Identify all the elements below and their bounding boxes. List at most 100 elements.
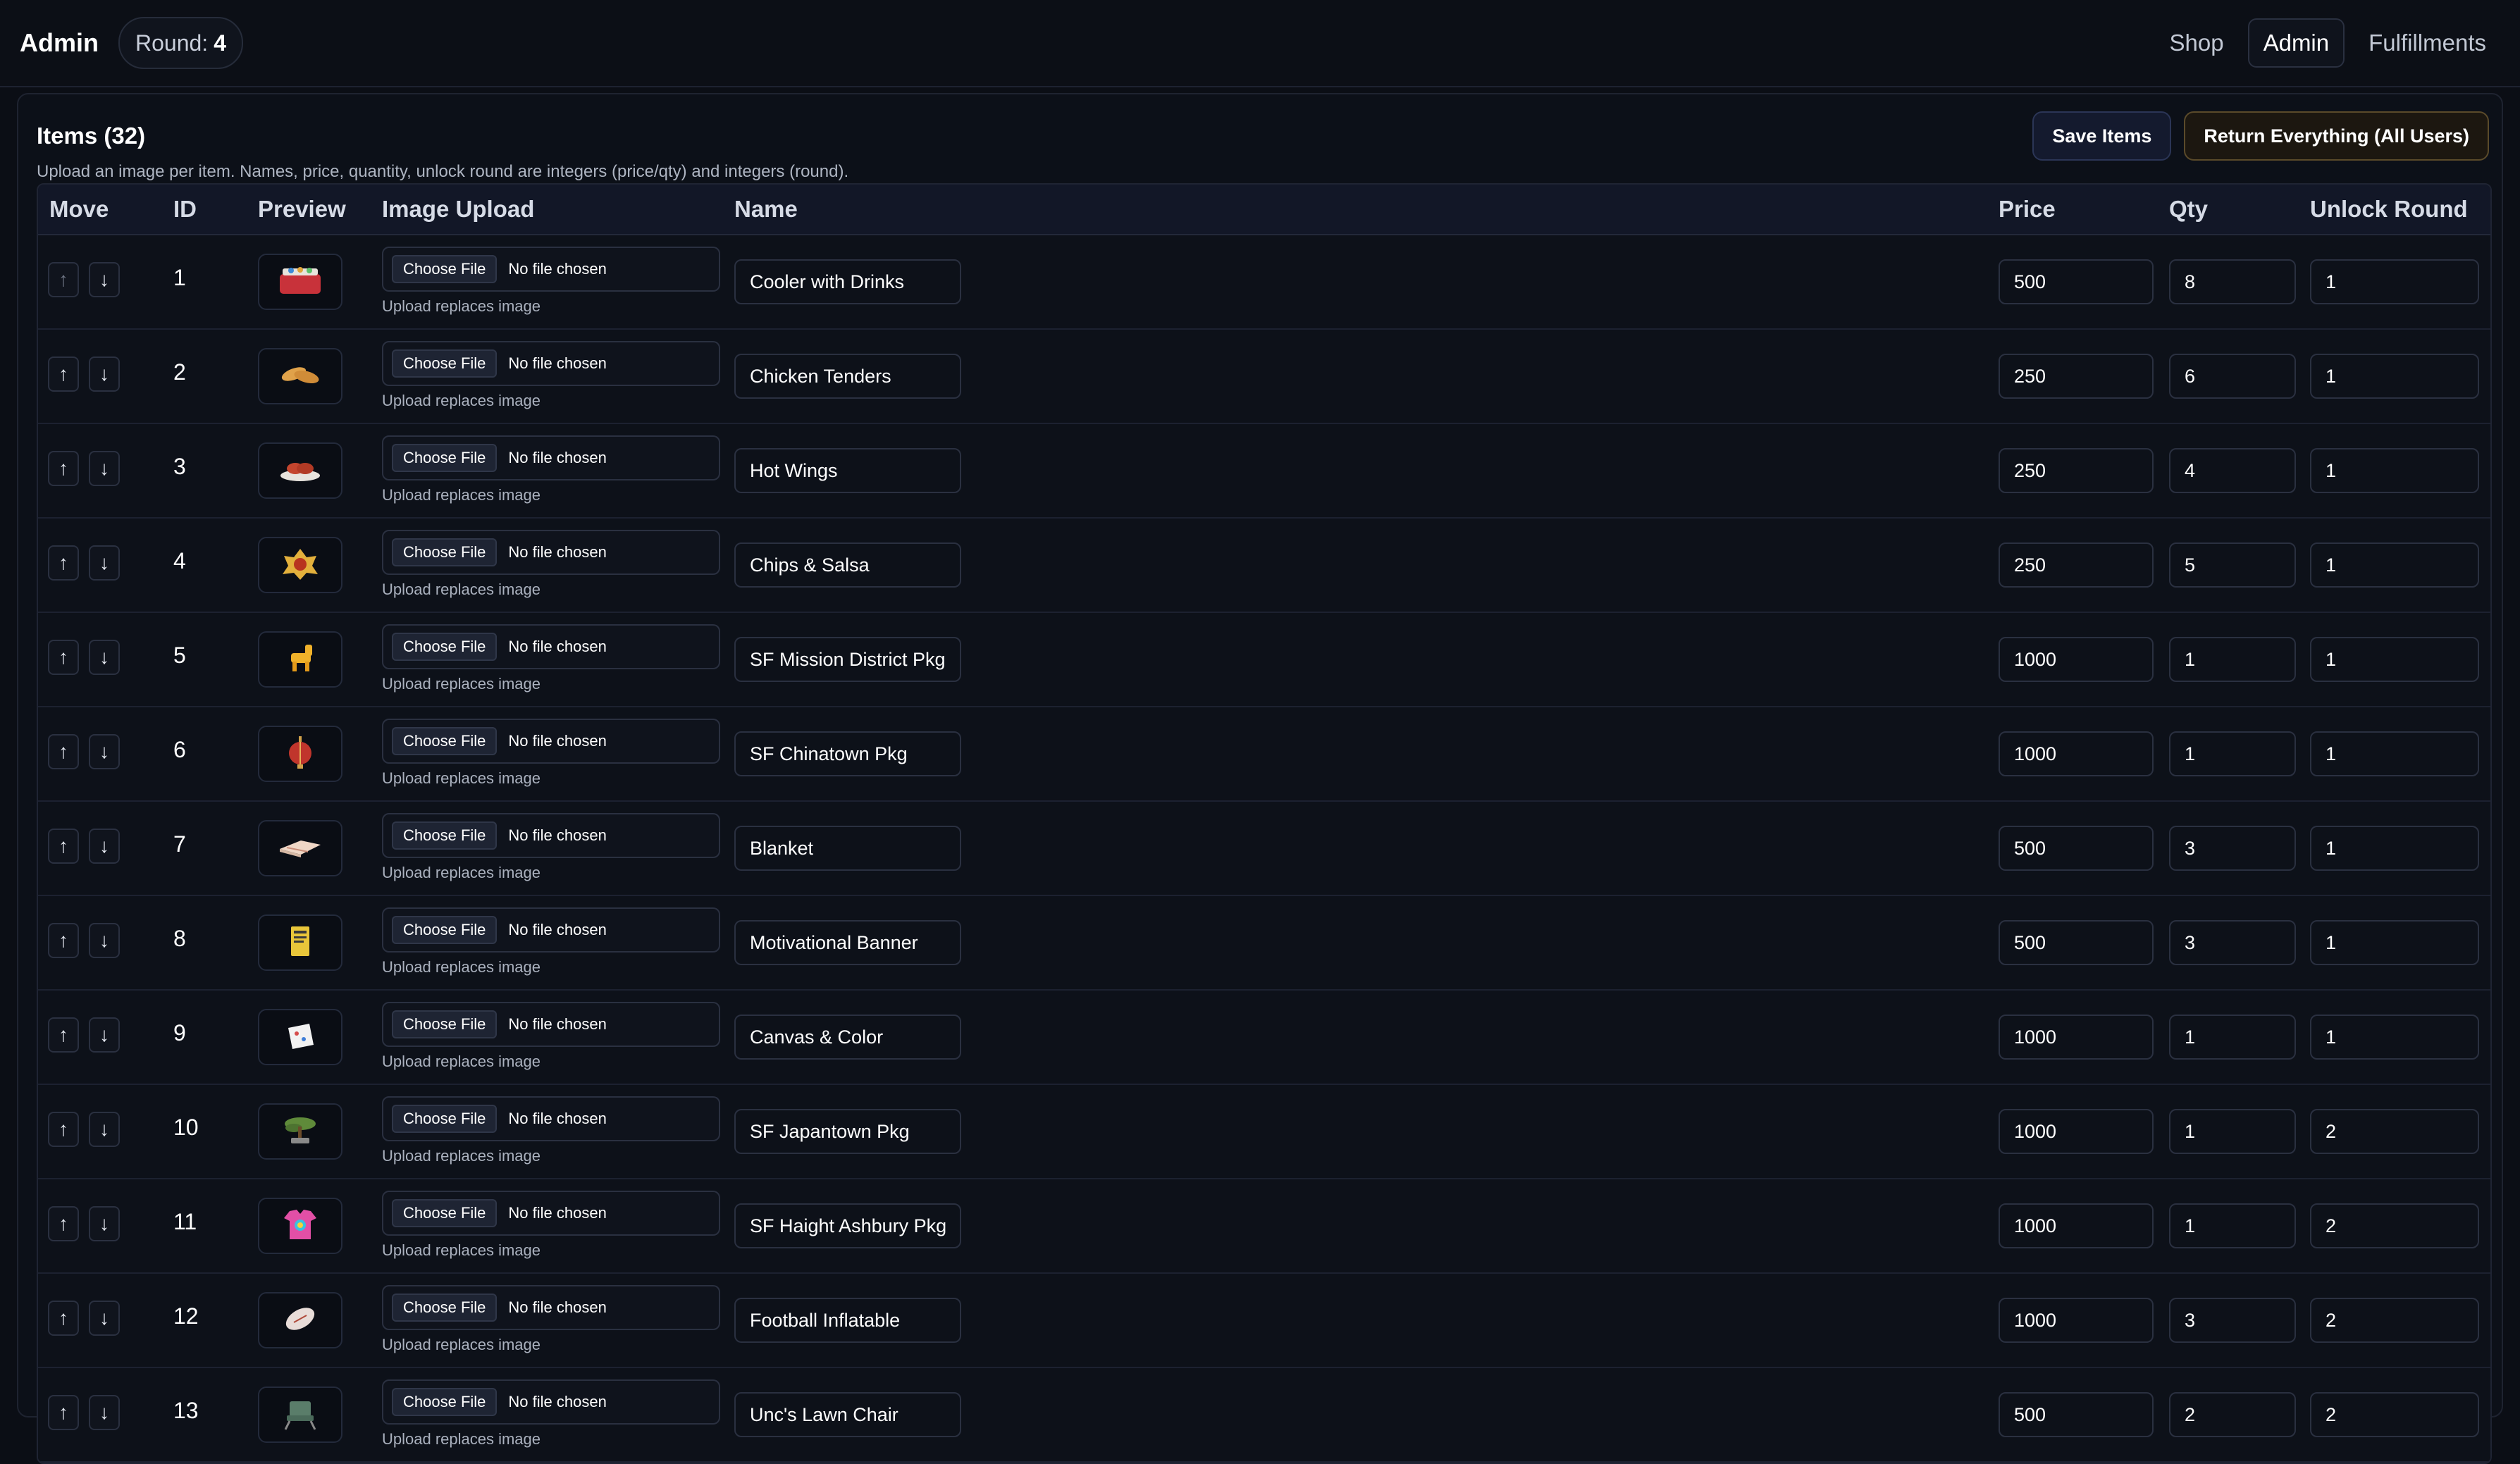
image-upload-field[interactable]: Choose File No file chosen — [382, 1191, 720, 1236]
choose-file-button[interactable]: Choose File — [392, 349, 498, 378]
move-down-button[interactable]: ↓ — [89, 451, 120, 486]
move-down-button[interactable]: ↓ — [89, 262, 120, 297]
name-input[interactable]: SF Japantown Pkg — [734, 1109, 961, 1154]
image-upload-field[interactable]: Choose File No file chosen — [382, 341, 720, 386]
save-items-button[interactable]: Save Items — [2032, 111, 2172, 161]
price-input[interactable]: 1000 — [1999, 637, 2154, 682]
name-input[interactable]: SF Chinatown Pkg — [734, 731, 961, 776]
return-everything-button[interactable]: Return Everything (All Users) — [2184, 111, 2489, 161]
move-down-button[interactable]: ↓ — [89, 545, 120, 581]
price-input[interactable]: 1000 — [1999, 1203, 2154, 1248]
name-input[interactable]: Chicken Tenders — [734, 354, 961, 399]
unlock-round-input[interactable]: 1 — [2310, 542, 2479, 588]
name-input[interactable]: Football Inflatable — [734, 1298, 961, 1343]
choose-file-button[interactable]: Choose File — [392, 633, 498, 661]
qty-input[interactable]: 3 — [2169, 920, 2296, 965]
move-up-button[interactable]: ↑ — [48, 356, 79, 392]
price-input[interactable]: 1000 — [1999, 1298, 2154, 1343]
image-upload-field[interactable]: Choose File No file chosen — [382, 1096, 720, 1141]
move-up-button[interactable]: ↑ — [48, 451, 79, 486]
qty-input[interactable]: 3 — [2169, 1298, 2296, 1343]
name-input[interactable]: Hot Wings — [734, 448, 961, 493]
choose-file-button[interactable]: Choose File — [392, 538, 498, 566]
qty-input[interactable]: 4 — [2169, 448, 2296, 493]
move-up-button[interactable]: ↑ — [48, 1112, 79, 1147]
unlock-round-input[interactable]: 1 — [2310, 448, 2479, 493]
price-input[interactable]: 500 — [1999, 259, 2154, 304]
move-down-button[interactable]: ↓ — [89, 734, 120, 769]
price-input[interactable]: 500 — [1999, 920, 2154, 965]
unlock-round-input[interactable]: 2 — [2310, 1298, 2479, 1343]
price-input[interactable]: 1000 — [1999, 1109, 2154, 1154]
choose-file-button[interactable]: Choose File — [392, 1010, 498, 1038]
unlock-round-input[interactable]: 2 — [2310, 1109, 2479, 1154]
move-up-button[interactable]: ↑ — [48, 1395, 79, 1430]
move-down-button[interactable]: ↓ — [89, 356, 120, 392]
price-input[interactable]: 500 — [1999, 1392, 2154, 1437]
name-input[interactable]: Motivational Banner — [734, 920, 961, 965]
qty-input[interactable]: 5 — [2169, 542, 2296, 588]
unlock-round-input[interactable]: 1 — [2310, 354, 2479, 399]
qty-input[interactable]: 8 — [2169, 259, 2296, 304]
choose-file-button[interactable]: Choose File — [392, 444, 498, 472]
move-up-button[interactable]: ↑ — [48, 640, 79, 675]
choose-file-button[interactable]: Choose File — [392, 255, 498, 283]
move-down-button[interactable]: ↓ — [89, 1301, 120, 1336]
move-down-button[interactable]: ↓ — [89, 1017, 120, 1053]
choose-file-button[interactable]: Choose File — [392, 1199, 498, 1227]
unlock-round-input[interactable]: 1 — [2310, 920, 2479, 965]
image-upload-field[interactable]: Choose File No file chosen — [382, 530, 720, 575]
image-upload-field[interactable]: Choose File No file chosen — [382, 624, 720, 669]
unlock-round-input[interactable]: 2 — [2310, 1392, 2479, 1437]
qty-input[interactable]: 1 — [2169, 1015, 2296, 1060]
nav-fulfillments[interactable]: Fulfillments — [2354, 20, 2500, 66]
move-down-button[interactable]: ↓ — [89, 640, 120, 675]
image-upload-field[interactable]: Choose File No file chosen — [382, 435, 720, 480]
price-input[interactable]: 1000 — [1999, 731, 2154, 776]
qty-input[interactable]: 6 — [2169, 354, 2296, 399]
image-upload-field[interactable]: Choose File No file chosen — [382, 1002, 720, 1047]
image-upload-field[interactable]: Choose File No file chosen — [382, 907, 720, 953]
name-input[interactable]: Unc's Lawn Chair — [734, 1392, 961, 1437]
move-up-button[interactable]: ↑ — [48, 1301, 79, 1336]
name-input[interactable]: Canvas & Color — [734, 1015, 961, 1060]
choose-file-button[interactable]: Choose File — [392, 727, 498, 755]
move-up-button[interactable]: ↑ — [48, 1017, 79, 1053]
name-input[interactable]: SF Mission District Pkg — [734, 637, 961, 682]
image-upload-field[interactable]: Choose File No file chosen — [382, 247, 720, 292]
move-up-button[interactable]: ↑ — [48, 829, 79, 864]
price-input[interactable]: 250 — [1999, 354, 2154, 399]
qty-input[interactable]: 1 — [2169, 637, 2296, 682]
move-up-button[interactable]: ↑ — [48, 545, 79, 581]
unlock-round-input[interactable]: 1 — [2310, 637, 2479, 682]
image-upload-field[interactable]: Choose File No file chosen — [382, 1285, 720, 1330]
move-up-button[interactable]: ↑ — [48, 262, 79, 297]
qty-input[interactable]: 2 — [2169, 1392, 2296, 1437]
move-down-button[interactable]: ↓ — [89, 829, 120, 864]
move-down-button[interactable]: ↓ — [89, 1112, 120, 1147]
unlock-round-input[interactable]: 1 — [2310, 731, 2479, 776]
move-up-button[interactable]: ↑ — [48, 734, 79, 769]
image-upload-field[interactable]: Choose File No file chosen — [382, 813, 720, 858]
price-input[interactable]: 500 — [1999, 826, 2154, 871]
choose-file-button[interactable]: Choose File — [392, 1388, 498, 1416]
unlock-round-input[interactable]: 1 — [2310, 1015, 2479, 1060]
choose-file-button[interactable]: Choose File — [392, 821, 498, 850]
name-input[interactable]: Cooler with Drinks — [734, 259, 961, 304]
qty-input[interactable]: 3 — [2169, 826, 2296, 871]
move-down-button[interactable]: ↓ — [89, 1395, 120, 1430]
qty-input[interactable]: 1 — [2169, 1109, 2296, 1154]
move-up-button[interactable]: ↑ — [48, 1206, 79, 1241]
choose-file-button[interactable]: Choose File — [392, 1105, 498, 1133]
choose-file-button[interactable]: Choose File — [392, 916, 498, 944]
name-input[interactable]: SF Haight Ashbury Pkg — [734, 1203, 961, 1248]
qty-input[interactable]: 1 — [2169, 731, 2296, 776]
move-up-button[interactable]: ↑ — [48, 923, 79, 958]
nav-shop[interactable]: Shop — [2156, 20, 2238, 66]
name-input[interactable]: Chips & Salsa — [734, 542, 961, 588]
name-input[interactable]: Blanket — [734, 826, 961, 871]
unlock-round-input[interactable]: 2 — [2310, 1203, 2479, 1248]
price-input[interactable]: 250 — [1999, 448, 2154, 493]
unlock-round-input[interactable]: 1 — [2310, 259, 2479, 304]
unlock-round-input[interactable]: 1 — [2310, 826, 2479, 871]
